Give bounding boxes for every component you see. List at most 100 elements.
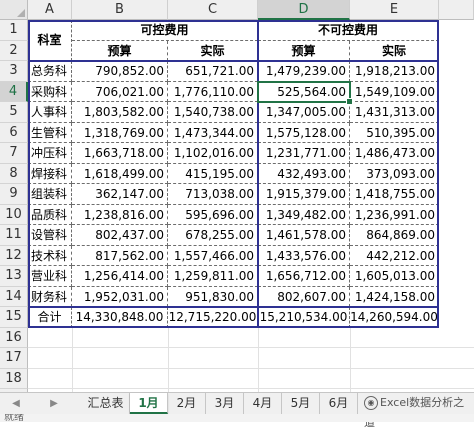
column-header-a[interactable]: A xyxy=(28,0,72,20)
dept-cell[interactable]: 品质科 xyxy=(28,204,72,225)
scroll-tabs-right-icon[interactable]: ▶ xyxy=(46,396,62,412)
total-uncontrollable-budget-cell[interactable]: 15,210,534.00 xyxy=(258,307,350,328)
row-header-7[interactable]: 7 xyxy=(0,143,28,164)
controllable-budget-cell[interactable]: 1,663,718.00 xyxy=(72,143,168,164)
uncontrollable-actual-cell[interactable]: 1,418,755.00 xyxy=(350,184,439,205)
controllable-budget-cell[interactable]: 802,437.00 xyxy=(72,225,168,246)
controllable-budget-cell[interactable]: 1,952,031.00 xyxy=(72,286,168,307)
sheet-tab-2[interactable]: 2月 xyxy=(168,393,206,414)
controllable-actual-cell[interactable]: 713,038.00 xyxy=(168,184,258,205)
uncontrollable-actual-cell[interactable]: 373,093.00 xyxy=(350,163,439,184)
controllable-budget-cell[interactable]: 1,238,816.00 xyxy=(72,204,168,225)
uncontrollable-budget-cell[interactable]: 1,461,578.00 xyxy=(258,225,350,246)
controllable-budget-cell[interactable]: 1,256,414.00 xyxy=(72,266,168,287)
controllable-actual-cell[interactable]: 1,540,738.00 xyxy=(168,102,258,123)
row-header-16[interactable]: 16 xyxy=(0,327,28,348)
sheet-tab-5[interactable]: 5月 xyxy=(282,393,320,414)
total-controllable-budget-cell[interactable]: 14,330,848.00 xyxy=(72,307,168,328)
empty-row[interactable] xyxy=(28,348,474,369)
row-header-18[interactable]: 18 xyxy=(0,368,28,389)
column-header-c[interactable]: C xyxy=(168,0,258,20)
dept-cell[interactable]: 焊接科 xyxy=(28,163,72,184)
row-header-11[interactable]: 11 xyxy=(0,225,28,246)
dept-cell[interactable]: 营业科 xyxy=(28,266,72,287)
uncontrollable-budget-cell[interactable]: 1,433,576.00 xyxy=(258,245,350,266)
controllable-budget-cell[interactable]: 1,318,769.00 xyxy=(72,122,168,143)
uncontrollable-actual-cell[interactable]: 1,605,013.00 xyxy=(350,266,439,287)
dept-cell[interactable]: 采购科 xyxy=(28,81,72,102)
controllable-actual-cell[interactable]: 951,830.00 xyxy=(168,286,258,307)
header-uncontrollable-budget[interactable]: 预算 xyxy=(258,40,350,61)
controllable-actual-cell[interactable]: 1,776,110.00 xyxy=(168,81,258,102)
uncontrollable-actual-cell[interactable]: 1,918,213.00 xyxy=(350,61,439,82)
controllable-budget-cell[interactable]: 1,803,582.00 xyxy=(72,102,168,123)
controllable-actual-cell[interactable]: 678,255.00 xyxy=(168,225,258,246)
row-header-13[interactable]: 13 xyxy=(0,266,28,287)
header-controllable-actual[interactable]: 实际 xyxy=(168,40,258,61)
row-header-2[interactable]: 2 xyxy=(0,40,28,61)
row-header-14[interactable]: 14 xyxy=(0,286,28,307)
sheet-tab-4[interactable]: 4月 xyxy=(244,393,282,414)
select-all-corner[interactable] xyxy=(0,0,28,20)
controllable-actual-cell[interactable]: 1,259,811.00 xyxy=(168,266,258,287)
controllable-actual-cell[interactable]: 595,696.00 xyxy=(168,204,258,225)
uncontrollable-budget-cell[interactable]: 1,656,712.00 xyxy=(258,266,350,287)
uncontrollable-actual-cell[interactable]: 864,869.00 xyxy=(350,225,439,246)
column-header-e[interactable]: E xyxy=(350,0,439,20)
controllable-actual-cell[interactable]: 415,195.00 xyxy=(168,163,258,184)
controllable-budget-cell[interactable]: 362,147.00 xyxy=(72,184,168,205)
row-header-10[interactable]: 10 xyxy=(0,204,28,225)
row-header-9[interactable]: 9 xyxy=(0,184,28,205)
sheet-tab-3[interactable]: 3月 xyxy=(206,393,244,414)
spreadsheet-grid[interactable]: ABCDE12345678910111213141516171819科室可控费用… xyxy=(0,0,474,392)
column-header-b[interactable]: B xyxy=(72,0,168,20)
controllable-budget-cell[interactable]: 706,021.00 xyxy=(72,81,168,102)
uncontrollable-budget-cell[interactable]: 525,564.00 xyxy=(258,81,350,102)
dept-cell[interactable]: 冲压科 xyxy=(28,143,72,164)
uncontrollable-budget-cell[interactable]: 1,231,771.00 xyxy=(258,143,350,164)
total-label-cell[interactable]: 合计 xyxy=(28,307,72,328)
header-uncontrollable-actual[interactable]: 实际 xyxy=(350,40,439,61)
sheet-tab-1[interactable]: 1月 xyxy=(130,393,168,414)
uncontrollable-actual-cell[interactable]: 510,395.00 xyxy=(350,122,439,143)
uncontrollable-budget-cell[interactable]: 1,479,239.00 xyxy=(258,61,350,82)
sheet-tab-6[interactable]: 6月 xyxy=(320,393,358,414)
uncontrollable-actual-cell[interactable]: 442,212.00 xyxy=(350,245,439,266)
uncontrollable-actual-cell[interactable]: 1,236,991.00 xyxy=(350,204,439,225)
header-uncontrollable[interactable]: 不可控费用 xyxy=(258,20,439,41)
controllable-budget-cell[interactable]: 817,562.00 xyxy=(72,245,168,266)
row-header-5[interactable]: 5 xyxy=(0,102,28,123)
dept-cell[interactable]: 总务科 xyxy=(28,61,72,82)
row-header-3[interactable]: 3 xyxy=(0,61,28,82)
controllable-actual-cell[interactable]: 651,721.00 xyxy=(168,61,258,82)
empty-row[interactable] xyxy=(28,369,474,389)
uncontrollable-budget-cell[interactable]: 432,493.00 xyxy=(258,163,350,184)
row-header-15[interactable]: 15 xyxy=(0,307,28,328)
dept-cell[interactable]: 技术科 xyxy=(28,245,72,266)
uncontrollable-budget-cell[interactable]: 1,347,005.00 xyxy=(258,102,350,123)
total-controllable-actual-cell[interactable]: 12,715,220.00 xyxy=(168,307,258,328)
scroll-tabs-left-icon[interactable]: ◀ xyxy=(8,396,24,412)
sheet-tab-0[interactable]: 汇总表 xyxy=(82,393,130,414)
uncontrollable-budget-cell[interactable]: 802,607.00 xyxy=(258,286,350,307)
uncontrollable-budget-cell[interactable]: 1,915,379.00 xyxy=(258,184,350,205)
controllable-budget-cell[interactable]: 790,852.00 xyxy=(72,61,168,82)
uncontrollable-actual-cell[interactable]: 1,549,109.00 xyxy=(350,81,439,102)
dept-cell[interactable]: 组装科 xyxy=(28,184,72,205)
row-header-12[interactable]: 12 xyxy=(0,245,28,266)
controllable-actual-cell[interactable]: 1,102,016.00 xyxy=(168,143,258,164)
uncontrollable-actual-cell[interactable]: 1,486,473.00 xyxy=(350,143,439,164)
uncontrollable-budget-cell[interactable]: 1,575,128.00 xyxy=(258,122,350,143)
column-header-d[interactable]: D xyxy=(258,0,350,20)
total-uncontrollable-actual-cell[interactable]: 14,260,594.00 xyxy=(350,307,439,328)
uncontrollable-budget-cell[interactable]: 1,349,482.00 xyxy=(258,204,350,225)
header-controllable[interactable]: 可控费用 xyxy=(72,20,258,41)
controllable-actual-cell[interactable]: 1,557,466.00 xyxy=(168,245,258,266)
controllable-budget-cell[interactable]: 1,618,499.00 xyxy=(72,163,168,184)
row-header-17[interactable]: 17 xyxy=(0,348,28,369)
uncontrollable-actual-cell[interactable]: 1,431,313.00 xyxy=(350,102,439,123)
dept-cell[interactable]: 人事科 xyxy=(28,102,72,123)
row-header-4[interactable]: 4 xyxy=(0,81,28,102)
header-controllable-budget[interactable]: 预算 xyxy=(72,40,168,61)
dept-cell[interactable]: 财务科 xyxy=(28,286,72,307)
